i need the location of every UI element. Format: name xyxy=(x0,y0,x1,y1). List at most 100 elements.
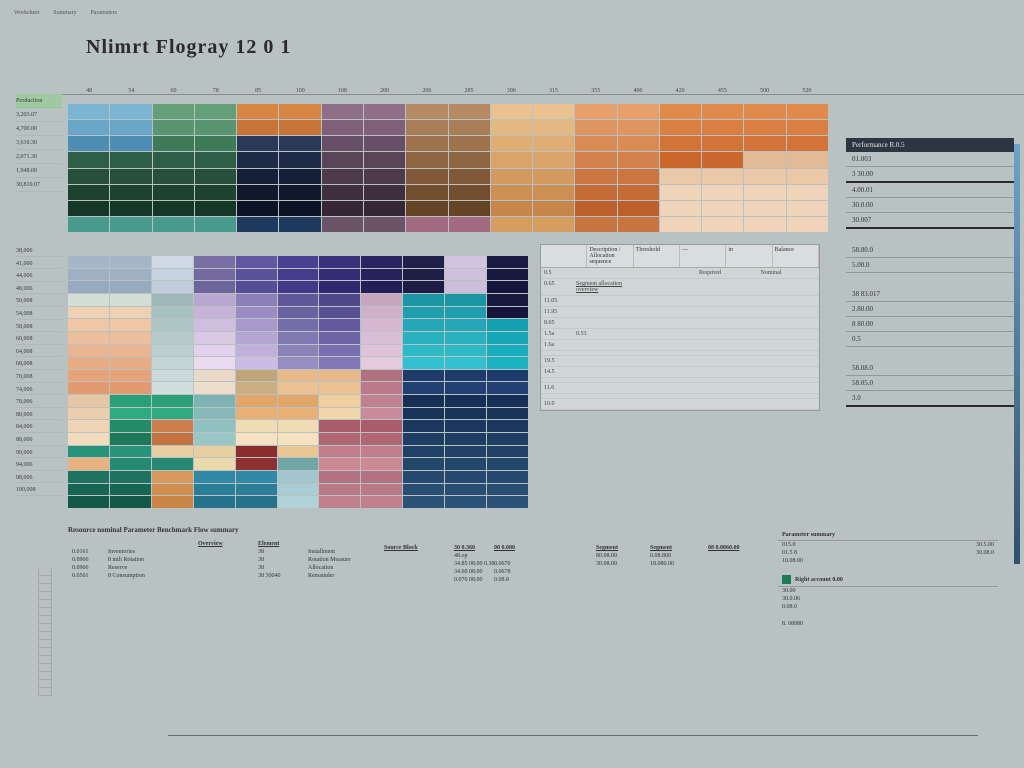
heatmap-cell xyxy=(361,433,402,445)
heatmap-cell xyxy=(618,201,659,216)
heatmap-cell xyxy=(68,420,109,432)
y-tick: 54,008 xyxy=(16,307,62,320)
heatmap-cell xyxy=(237,169,278,184)
heatmap-cell xyxy=(110,408,151,420)
heatmap-cell xyxy=(787,120,828,135)
detail-cell xyxy=(573,378,635,382)
tab-summary[interactable]: Summary xyxy=(47,8,82,18)
detail-cell: 8.05 xyxy=(541,318,573,328)
heatmap-cell xyxy=(237,120,278,135)
heatmap-cell xyxy=(319,307,360,319)
summary-label: 30.0.00 xyxy=(852,201,873,209)
heatmap-cell xyxy=(278,471,319,483)
heatmap-cell xyxy=(319,471,360,483)
heatmap-cell xyxy=(278,496,319,508)
heatmap-cell xyxy=(68,357,109,369)
tab-parameters[interactable]: Parameters xyxy=(84,8,123,18)
heatmap-cell xyxy=(110,345,151,357)
detail-cell xyxy=(696,307,758,317)
heatmap-cell xyxy=(787,104,828,119)
heatmap-cell xyxy=(152,395,193,407)
table-header: 30 0.360 xyxy=(450,544,490,552)
summary-label: 01.003 xyxy=(852,155,871,163)
heatmap-cell xyxy=(68,281,109,293)
heatmap-cell xyxy=(278,458,319,470)
heatmap-cell xyxy=(110,382,151,394)
heatmap-cell xyxy=(361,496,402,508)
summary-label: 3.0 xyxy=(852,394,861,402)
detail-cell xyxy=(758,318,820,328)
y-tick: 30,810.07 xyxy=(16,178,62,192)
heatmap-cell xyxy=(487,446,528,458)
heatmap-cell xyxy=(449,185,490,200)
heatmap-cell xyxy=(787,185,828,200)
detail-cell xyxy=(758,329,820,339)
heatmap-cell xyxy=(152,307,193,319)
heatmap-cell xyxy=(403,281,444,293)
heatmap-cell xyxy=(68,332,109,344)
summary-label: 4.00.01 xyxy=(852,186,873,194)
detail-cell xyxy=(696,351,758,355)
table-cell: Rotation Measure xyxy=(304,556,368,564)
heatmap-cell xyxy=(403,471,444,483)
heatmap-cell xyxy=(110,446,151,458)
heatmap-cell xyxy=(491,136,532,151)
heatmap-cell xyxy=(487,294,528,306)
heatmap-cell xyxy=(361,332,402,344)
heatmap-cell xyxy=(110,471,151,483)
heatmap-cell xyxy=(618,185,659,200)
heatmap-cell xyxy=(152,345,193,357)
heatmap-cell xyxy=(319,370,360,382)
heatmap-cell xyxy=(449,104,490,119)
detail-col-header: Threshold xyxy=(634,245,680,267)
heatmap-cell xyxy=(445,370,486,382)
heatmap-cell xyxy=(319,395,360,407)
heatmap-cell xyxy=(403,370,444,382)
heatmap-cell xyxy=(364,217,405,232)
heatmap-cell xyxy=(68,484,109,496)
heatmap-cell xyxy=(236,345,277,357)
detail-cell xyxy=(696,296,758,306)
heatmap-cell xyxy=(236,269,277,281)
y-tick: 4,700.00 xyxy=(16,122,62,136)
y-tick: 100,008 xyxy=(16,483,62,496)
heatmap-cell xyxy=(660,136,701,151)
heatmap-cell xyxy=(533,152,574,167)
table-cell xyxy=(538,576,580,584)
rule-bottom xyxy=(168,735,978,736)
bottom-table-2: Source Block30 0.36000 0.08048.op34.85 0… xyxy=(380,544,580,584)
heatmap-cell xyxy=(533,217,574,232)
detail-cell: 19.5 xyxy=(541,356,573,366)
heatmap-cell xyxy=(195,136,236,151)
y-tick: 2,071.30 xyxy=(16,150,62,164)
heatmap-cell xyxy=(364,136,405,151)
heatmap-cell xyxy=(152,484,193,496)
heatmap-cell xyxy=(445,269,486,281)
detail-cell xyxy=(635,296,697,306)
detail-cell xyxy=(758,340,820,350)
heatmap-cell xyxy=(194,294,235,306)
table-row: 0.08.0 xyxy=(778,603,998,611)
heatmap-cell xyxy=(403,319,444,331)
x-tick: 285 xyxy=(448,86,490,96)
heatmap-cell xyxy=(236,496,277,508)
table-cell xyxy=(380,560,450,568)
heatmap-cell xyxy=(702,169,743,184)
detail-cell: 10.0 xyxy=(541,399,573,409)
summary-label: 58.05.0 xyxy=(852,379,873,387)
table-cell: 8 Consumption xyxy=(104,572,194,580)
y-tick: 44,006 xyxy=(16,269,62,282)
heatmap-cell xyxy=(278,357,319,369)
heatmap-cell xyxy=(236,319,277,331)
x-tick: 108 xyxy=(321,86,363,96)
tab-worksheet[interactable]: Worksheet xyxy=(8,8,46,18)
heatmap-cell xyxy=(194,458,235,470)
heatmap-cell xyxy=(194,382,235,394)
heatmap-cell xyxy=(575,201,616,216)
heatmap-cell xyxy=(487,357,528,369)
heatmap-cell xyxy=(575,136,616,151)
heatmap-cell xyxy=(236,395,277,407)
table-cell xyxy=(194,564,254,572)
detail-cell xyxy=(758,367,820,377)
heatmap-cell xyxy=(361,382,402,394)
